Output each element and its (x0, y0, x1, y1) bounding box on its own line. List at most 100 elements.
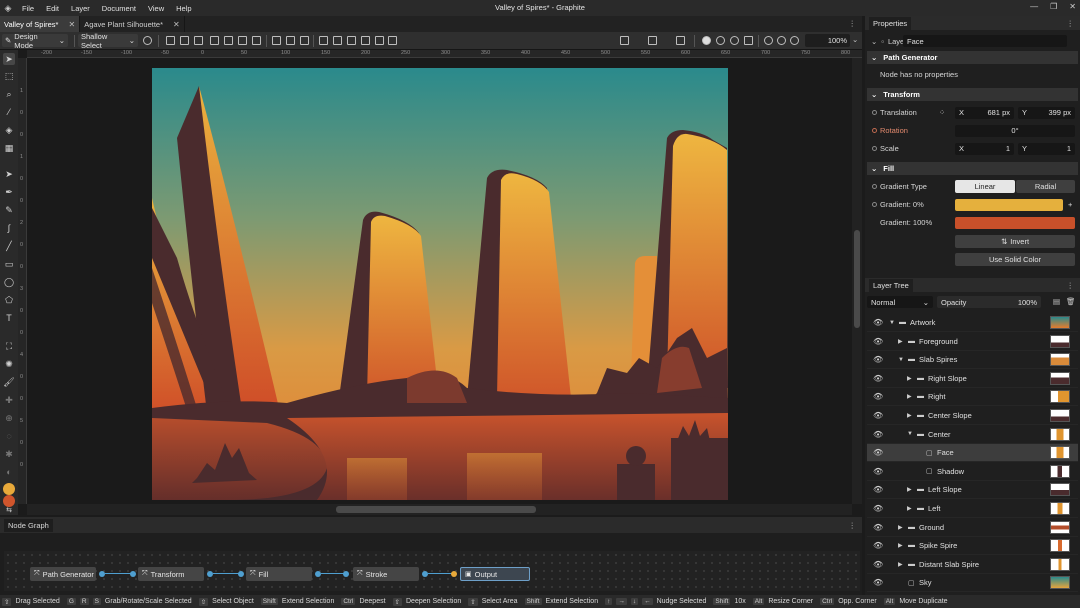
layer-row[interactable]: 👁 ▶ ▬ Right (867, 388, 1078, 407)
align-right-icon[interactable] (194, 36, 203, 45)
section-transform[interactable]: ⌄ Transform (867, 88, 1078, 101)
expand-right-icon[interactable]: ▶ (898, 524, 903, 531)
gradient-stop-100-color[interactable] (955, 216, 1075, 229)
overlays-icon[interactable] (620, 36, 629, 45)
light-tool-icon[interactable]: ✺ (3, 358, 15, 370)
detail-tool-icon[interactable]: ✱ (3, 448, 15, 460)
node-output-port[interactable] (207, 571, 213, 577)
expand-right-icon[interactable]: ▶ (898, 338, 903, 345)
layer-row[interactable]: 👁 ▢ Sky (867, 574, 1078, 593)
blend-mode-dropdown[interactable]: Normal ⌄ (867, 296, 933, 308)
linear-button[interactable]: Linear (955, 180, 1015, 193)
node-output-port[interactable] (422, 571, 428, 577)
zoom-field[interactable]: 100% (805, 34, 850, 47)
graphite-logo-icon[interactable]: ◈ (0, 0, 16, 16)
zoom-out-icon[interactable] (777, 36, 786, 45)
expand-right-icon[interactable]: ▶ (907, 412, 912, 419)
scale-dot-icon[interactable] (872, 146, 877, 151)
node-input-port[interactable] (130, 571, 136, 577)
boolean-dropdown-icon[interactable] (388, 36, 397, 45)
flip-dropdown-icon[interactable] (300, 36, 309, 45)
grid-icon[interactable] (676, 36, 685, 45)
more-options-icon[interactable]: ⋮ (849, 19, 857, 28)
align-center-icon[interactable] (180, 36, 189, 45)
chevron-down-icon[interactable]: ⌄ (871, 37, 877, 46)
horizontal-scrollbar[interactable] (27, 504, 852, 515)
visibility-eye-icon[interactable]: 👁 (873, 504, 883, 513)
expand-down-icon[interactable]: ▼ (898, 357, 904, 363)
tab-agave-plant[interactable]: Agave Plant Silhouette* ✕ (80, 16, 185, 32)
imaginate-tool-icon[interactable]: ⛶ (3, 340, 15, 352)
path-tool-icon[interactable]: ➤ (3, 168, 15, 180)
polygon-tool-icon[interactable]: ⬠ (3, 294, 15, 306)
node-input-port[interactable] (343, 571, 349, 577)
maximize-icon[interactable]: ❐ (1050, 2, 1057, 11)
clone-tool-icon[interactable]: ⊕ (3, 412, 15, 424)
pixel-view-icon[interactable] (730, 36, 739, 45)
align-left-icon[interactable] (166, 36, 175, 45)
translation-dot-icon[interactable] (872, 110, 877, 115)
more-options-icon[interactable]: ⋮ (849, 521, 857, 530)
boolean-difference-icon[interactable] (375, 36, 384, 45)
layer-row[interactable]: 👁 ▢ Face (867, 444, 1078, 463)
layer-row[interactable]: 👁 ▼ ▬ Center (867, 426, 1078, 444)
invert-button[interactable]: ⇅ Invert (955, 235, 1075, 248)
node-stroke[interactable]: ⤧ Stroke (353, 567, 419, 581)
node-output-port[interactable] (99, 571, 105, 577)
node-output-port[interactable] (315, 571, 321, 577)
expand-right-icon[interactable]: ▶ (907, 505, 912, 512)
visibility-eye-icon[interactable]: 👁 (873, 523, 883, 532)
pivot-icon[interactable] (143, 36, 152, 45)
artwork-canvas[interactable] (27, 58, 852, 504)
visibility-eye-icon[interactable]: 👁 (873, 448, 883, 457)
spline-tool-icon[interactable]: ∫ (3, 222, 15, 234)
align-bottom-icon[interactable] (238, 36, 247, 45)
relight-tool-icon[interactable]: ◐ (3, 466, 15, 478)
zoom-in-icon[interactable] (764, 36, 773, 45)
visibility-eye-icon[interactable]: 👁 (873, 467, 883, 476)
menu-view[interactable]: View (142, 4, 170, 13)
fill-tool-icon[interactable]: ◈ (3, 124, 15, 136)
expand-right-icon[interactable]: ▶ (898, 542, 903, 549)
boolean-subtract-back-icon[interactable] (347, 36, 356, 45)
section-fill[interactable]: ⌄ Fill (867, 162, 1078, 175)
rectangle-tool-icon[interactable]: ▭ (3, 258, 15, 270)
layer-row[interactable]: 👁 ▶ ▬ Foreground (867, 333, 1078, 351)
layer-row[interactable]: 👁 ▶ ▬ Center Slope (867, 407, 1078, 425)
close-tab-icon[interactable]: ✕ (68, 20, 75, 29)
text-tool-icon[interactable]: T (3, 312, 15, 324)
section-path-generator[interactable]: ⌄ Path Generator (867, 51, 1078, 64)
opacity-slider[interactable]: Opacity 100% (937, 296, 1041, 308)
canvas-viewport[interactable] (27, 58, 852, 504)
gradient-type-dot-icon[interactable] (872, 184, 877, 189)
horizontal-scroll-thumb[interactable] (336, 506, 536, 513)
node-transform[interactable]: ⤧ Transform (138, 567, 204, 581)
rotation-dot-icon[interactable] (872, 128, 877, 133)
scale-x-input[interactable]: X 1 (955, 142, 1014, 155)
expand-right-icon[interactable]: ▶ (907, 486, 912, 493)
swap-colors-icon[interactable]: ⇆ (3, 506, 15, 515)
expand-right-icon[interactable]: ▶ (898, 561, 903, 568)
node-path-generator[interactable]: ⤧ Path Generator (30, 567, 96, 581)
expand-right-icon[interactable]: ▶ (907, 375, 912, 382)
menu-layer[interactable]: Layer (65, 4, 96, 13)
node-fill[interactable]: ⤧ Fill (246, 567, 312, 581)
visibility-eye-icon[interactable]: 👁 (873, 560, 883, 569)
visibility-eye-icon[interactable]: 👁 (873, 485, 883, 494)
patch-tool-icon[interactable]: ◌ (3, 430, 15, 442)
vertical-scroll-thumb[interactable] (854, 230, 860, 328)
mode-dropdown[interactable]: ✎ Design Mode ⌄ (2, 32, 68, 50)
use-solid-color-button[interactable]: Use Solid Color (955, 253, 1075, 266)
close-window-icon[interactable]: ✕ (1069, 2, 1076, 11)
visibility-eye-icon[interactable]: 👁 (873, 318, 883, 327)
visibility-eye-icon[interactable]: 👁 (873, 392, 883, 401)
layer-name-input[interactable]: Face (903, 35, 1067, 47)
expand-down-icon[interactable]: ▼ (907, 431, 913, 437)
zoom-reset-icon[interactable] (790, 36, 799, 45)
layer-row[interactable]: 👁 ▶ ▬ Spike Spire (867, 537, 1078, 556)
zoom-dropdown-icon[interactable]: ⌄ (852, 35, 858, 44)
select-tool-icon[interactable]: ➤ (3, 53, 15, 65)
visibility-eye-icon[interactable]: 👁 (873, 374, 883, 383)
vertical-scrollbar[interactable] (852, 58, 862, 504)
node-output[interactable]: ▣ Output (460, 567, 530, 581)
